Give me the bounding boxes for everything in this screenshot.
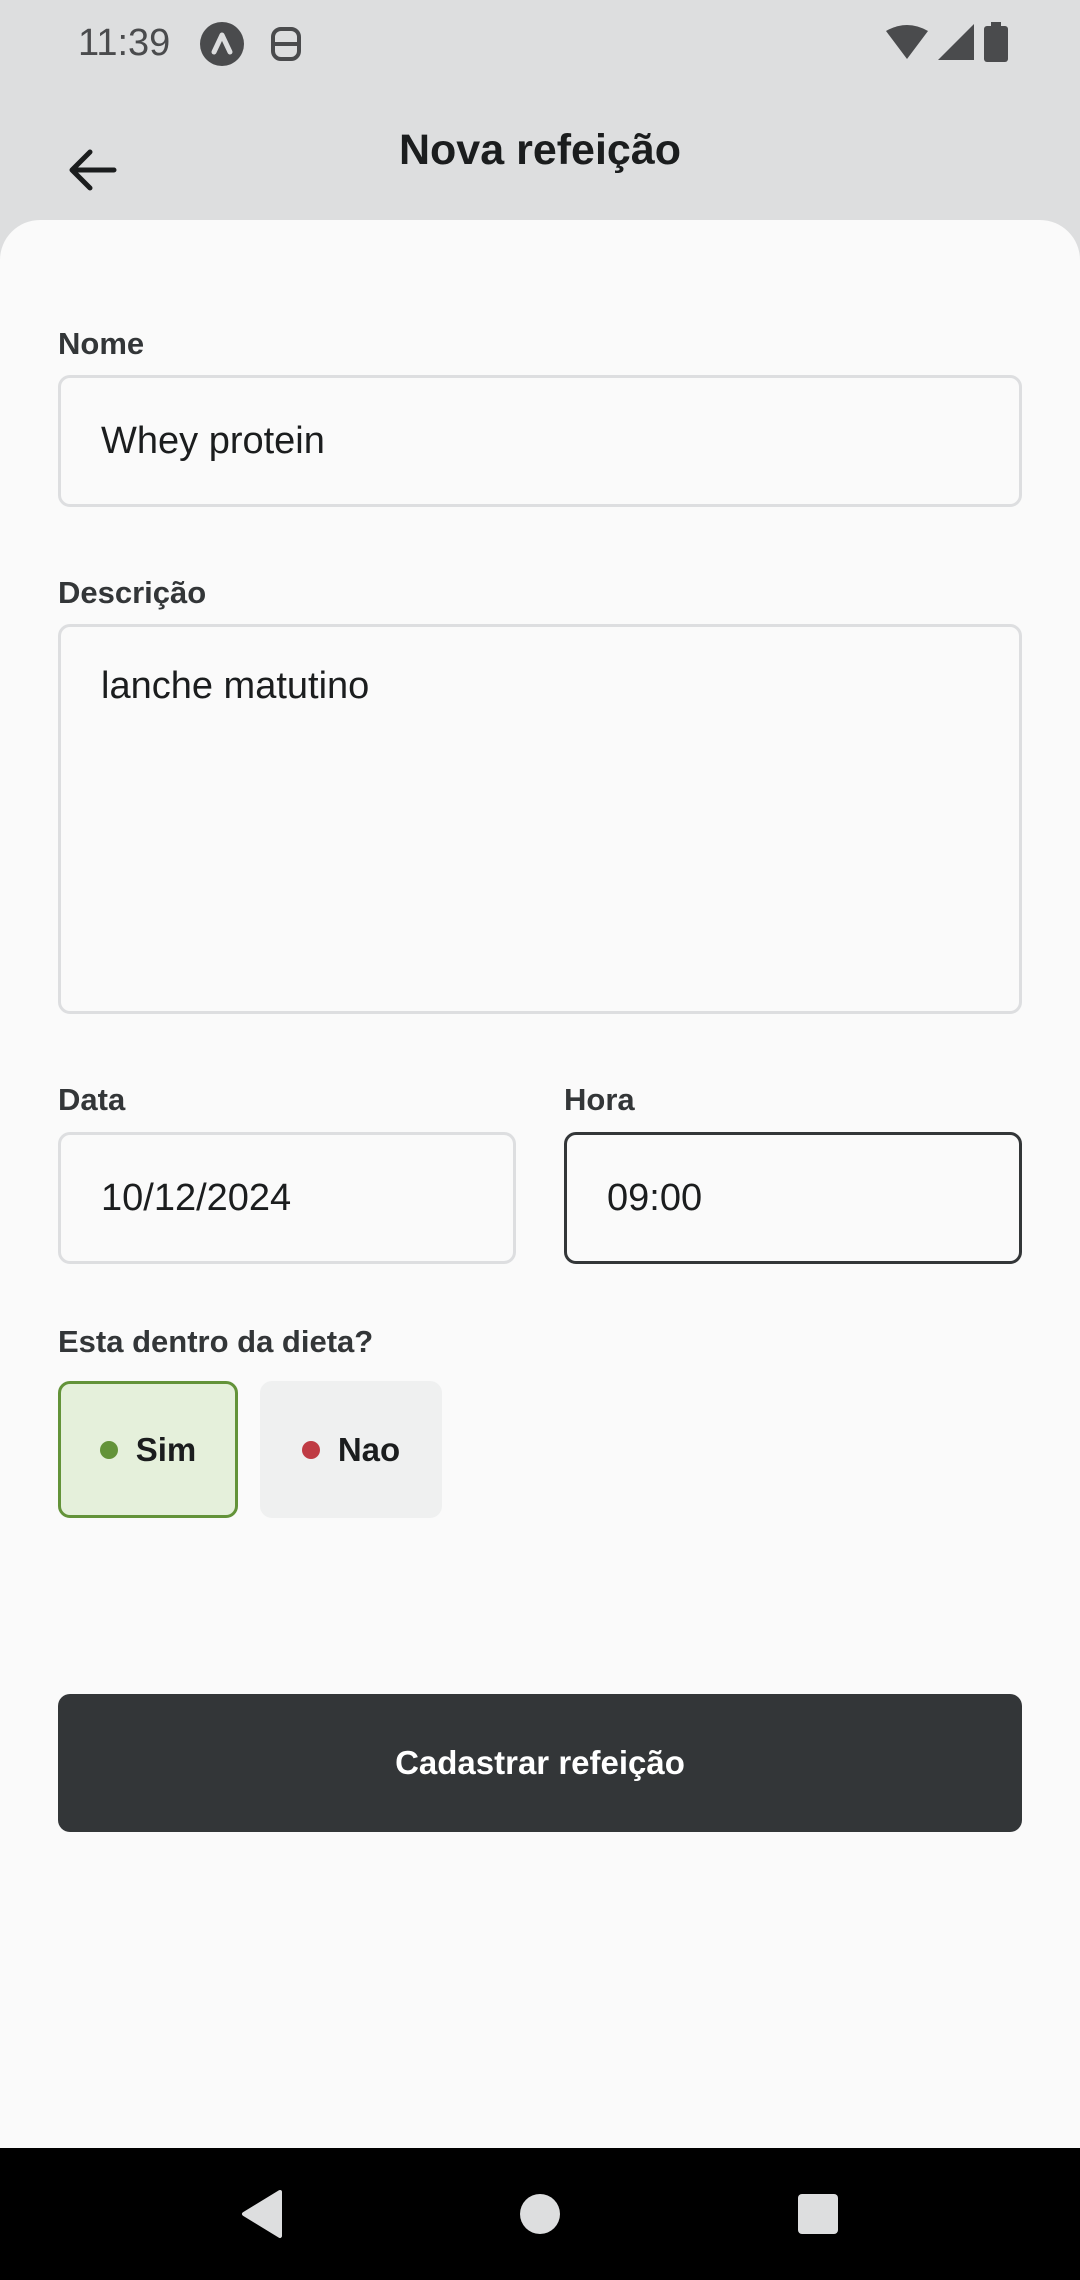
name-label: Nome: [58, 326, 145, 361]
app-a-icon: [200, 22, 244, 66]
page-title: Nova refeição: [398, 126, 682, 174]
diet-yes-button[interactable]: Sim: [58, 1381, 238, 1518]
status-indicators: [886, 22, 1008, 67]
description-value: lanche matutino: [101, 665, 370, 707]
status-time: 11:39: [78, 22, 171, 64]
nav-home-button[interactable]: [512, 2186, 568, 2242]
name-input[interactable]: Whey protein: [58, 375, 1022, 507]
recents-square-icon: [790, 2194, 846, 2246]
diet-yes-label: Sim: [135, 1430, 197, 1468]
submit-meal-button[interactable]: Cadastrar refeição: [58, 1694, 1022, 1832]
form-sheet: Nome Whey protein Descrição lanche matut…: [0, 220, 1080, 2148]
time-value: 09:00: [607, 1176, 703, 1219]
red-dot-icon: [301, 1440, 320, 1459]
back-triangle-icon: [234, 2190, 290, 2246]
nav-recents-button[interactable]: [790, 2186, 846, 2242]
header: Nova refeição: [0, 88, 1080, 220]
diet-no-label: Nao: [337, 1430, 401, 1468]
status-bar: 11:39: [0, 0, 1080, 88]
time-label: Hora: [564, 1082, 635, 1117]
wifi-icon: [886, 25, 928, 64]
nav-back-button[interactable]: [234, 2186, 290, 2242]
battery-icon: [984, 22, 1008, 67]
date-input[interactable]: 10/12/2024: [58, 1132, 516, 1264]
date-value: 10/12/2024: [101, 1176, 292, 1219]
description-label: Descrição: [58, 575, 207, 610]
home-circle-icon: [512, 2194, 568, 2246]
navigation-bar: [0, 2148, 1080, 2280]
diet-label: Esta dentro da dieta?: [58, 1324, 374, 1359]
time-input[interactable]: 09:00: [564, 1132, 1022, 1264]
app-s-icon: [264, 22, 308, 66]
signal-icon: [938, 24, 974, 65]
green-dot-icon: [99, 1440, 118, 1459]
submit-label: Cadastrar refeição: [395, 1744, 685, 1781]
description-textarea[interactable]: lanche matutino: [58, 624, 1022, 1014]
diet-no-button[interactable]: Nao: [260, 1381, 442, 1518]
name-value: Whey protein: [101, 419, 325, 462]
date-label: Data: [58, 1082, 126, 1117]
